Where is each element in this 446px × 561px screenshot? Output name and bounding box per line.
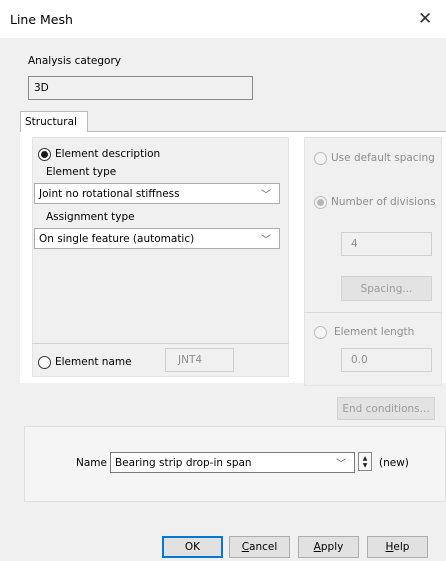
assignment-type-value: On single feature (automatic) bbox=[39, 232, 195, 245]
analysis-category-label: Analysis category bbox=[28, 55, 122, 67]
divisions-field: 4 bbox=[341, 232, 432, 256]
number-of-divisions-label: Number of divisions bbox=[331, 196, 436, 208]
element-length-label: Element length bbox=[334, 326, 415, 338]
end-conditions-label: End conditions... bbox=[342, 402, 430, 415]
name-combobox[interactable]: Bearing strip drop-in span ﹀ bbox=[110, 452, 355, 473]
apply-label: Apply bbox=[314, 541, 344, 553]
spacing-button[interactable]: Spacing... bbox=[341, 276, 432, 301]
element-type-label: Element type bbox=[46, 166, 117, 178]
help-rest: elp bbox=[393, 541, 410, 553]
apply-mnemonic: A bbox=[313, 541, 321, 553]
element-name-radio[interactable] bbox=[38, 356, 51, 369]
element-name-value: JNT4 bbox=[178, 354, 203, 366]
ok-button[interactable]: OK bbox=[162, 536, 223, 558]
element-length-field: 0.0 bbox=[341, 348, 432, 372]
element-name-label: Element name bbox=[55, 356, 132, 368]
element-type-value: Joint no rotational stiffness bbox=[39, 187, 180, 200]
cancel-button[interactable]: Cancel bbox=[229, 536, 290, 558]
apply-rest: pply bbox=[320, 541, 344, 553]
name-status: (new) bbox=[379, 457, 409, 469]
spacing-button-label: Spacing... bbox=[360, 282, 413, 295]
element-name-field: JNT4 bbox=[165, 348, 234, 372]
tab-structural-label: Structural bbox=[25, 116, 77, 128]
chevron-down-icon: ﹀ bbox=[261, 190, 271, 201]
element-description-label: Element description bbox=[55, 148, 161, 160]
assignment-type-dropdown[interactable]: On single feature (automatic) ﹀ bbox=[34, 228, 280, 249]
element-description-radio[interactable] bbox=[38, 148, 51, 161]
analysis-category-value: 3D bbox=[34, 82, 49, 94]
element-length-value: 0.0 bbox=[351, 354, 368, 366]
use-default-spacing-label: Use default spacing bbox=[331, 152, 435, 164]
end-conditions-button[interactable]: End conditions... bbox=[337, 397, 435, 420]
element-type-dropdown[interactable]: Joint no rotational stiffness ﹀ bbox=[34, 183, 280, 204]
cancel-mnemonic: C bbox=[241, 541, 250, 553]
spacing-divider bbox=[304, 312, 442, 313]
element-length-radio[interactable] bbox=[314, 326, 327, 339]
number-of-divisions-radio[interactable] bbox=[314, 196, 327, 209]
analysis-category-field: 3D bbox=[28, 76, 253, 100]
name-value: Bearing strip drop-in span bbox=[115, 456, 252, 469]
chevron-down-icon: ﹀ bbox=[336, 459, 346, 470]
ok-label: OK bbox=[184, 541, 201, 553]
tab-structural[interactable]: Structural bbox=[20, 111, 88, 132]
group-divider bbox=[32, 343, 289, 344]
chevron-down-icon: ﹀ bbox=[261, 235, 271, 246]
help-label: Help bbox=[386, 541, 410, 553]
assignment-type-label: Assignment type bbox=[46, 211, 135, 223]
spin-down-icon[interactable]: ▼ bbox=[363, 462, 368, 469]
use-default-spacing-radio[interactable] bbox=[314, 152, 327, 165]
name-spinner[interactable]: ▲ ▼ bbox=[358, 452, 372, 471]
name-label: Name bbox=[76, 457, 107, 469]
apply-button[interactable]: Apply bbox=[298, 536, 359, 558]
cancel-label: Cancel bbox=[242, 541, 278, 553]
spin-up-icon[interactable]: ▲ bbox=[363, 455, 368, 462]
close-icon[interactable]: ✕ bbox=[418, 9, 432, 29]
divisions-value: 4 bbox=[351, 238, 358, 250]
window-title: Line Mesh bbox=[10, 12, 73, 27]
cancel-rest: ancel bbox=[249, 541, 278, 553]
help-button[interactable]: Help bbox=[367, 536, 428, 558]
